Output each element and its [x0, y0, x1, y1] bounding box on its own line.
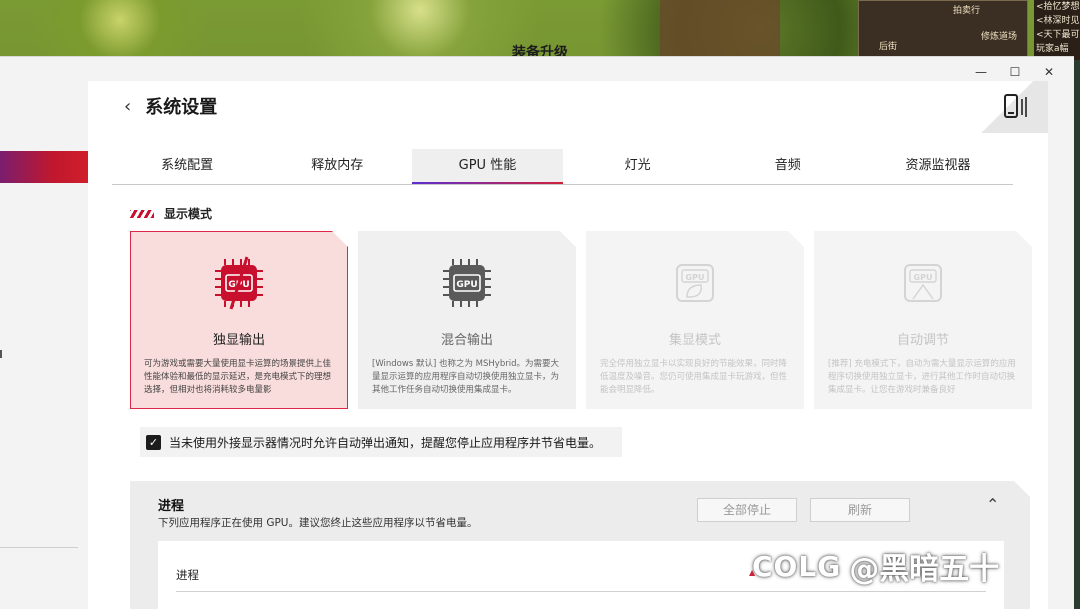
game-side-strip: [1074, 60, 1080, 609]
watermark-text: @黑暗五十: [849, 552, 1000, 587]
refresh-button[interactable]: 刷新: [810, 498, 910, 522]
notify-label: 当未使用外接显示器情况时允许自动弹出通知，提醒您停止应用程序并节省电量。: [169, 435, 602, 450]
tab-lighting[interactable]: 灯光: [563, 149, 713, 184]
mode-card-desc: 完全停用独立显卡以实现良好的节能效果，同时降低温度及噪音。您仍可使用集成显卡玩游…: [600, 359, 788, 395]
game-minimap: 拍卖行 后街 修炼道场: [858, 0, 1028, 58]
process-title: 进程: [158, 499, 185, 514]
tab-bar: 系统配置 释放内存 GPU 性能 灯光 音频 资源监视器: [112, 149, 1013, 185]
device-mode-icon[interactable]: [1002, 93, 1028, 121]
back-arrow-icon[interactable]: ‹: [124, 96, 131, 117]
tab-free-memory[interactable]: 释放内存: [262, 149, 412, 184]
sidebar: [0, 57, 88, 609]
game-tree-trunk: [660, 0, 780, 60]
minimap-label: 后街: [879, 42, 898, 52]
page-title: 系统设置: [145, 97, 218, 118]
mode-card-title: 独显输出: [212, 333, 265, 348]
sidebar-item-active[interactable]: [0, 151, 88, 183]
minimize-button[interactable]: —: [964, 61, 998, 83]
mode-card-title: 自动调节: [896, 333, 949, 348]
tab-resource-monitor[interactable]: 资源监视器: [863, 149, 1013, 184]
gpu-chip-label: GPU: [456, 280, 477, 290]
mode-card-desc: [推荐] 充电模式下，自动为需大量显示运算的应用程序切换使用独立显卡，进行其他工…: [828, 359, 1016, 395]
sidebar-marker: [0, 350, 2, 358]
gpu-chip-label: GPU: [914, 273, 933, 282]
chevron-up-icon[interactable]: ⌃: [986, 495, 999, 514]
gpu-chip-icon: GPU: [439, 255, 495, 311]
notify-option: ✓ 当未使用外接显示器情况时允许自动弹出通知，提醒您停止应用程序并节省电量。: [140, 427, 622, 457]
display-mode-heading: 显示模式: [130, 205, 212, 222]
mode-card-igpu[interactable]: GPU 集显模式 完全停用独立显卡以实现良好的节能效果，同时降低温度及噪音。您仍…: [586, 231, 804, 409]
mode-card-title: 集显模式: [668, 333, 721, 348]
chat-line: <林深时见: [1036, 16, 1080, 26]
mode-card-desc: [Windows 默认] 也称之为 MSHybrid。为需要大量显示运算的应用程…: [372, 359, 560, 395]
watermark-logo: COLG: [752, 549, 842, 583]
minimap-label: 修炼道场: [981, 32, 1018, 42]
close-button[interactable]: ✕: [1032, 61, 1066, 83]
gpu-auto-icon: GPU: [895, 255, 951, 311]
maximize-button[interactable]: ☐: [998, 61, 1032, 83]
tab-system-config[interactable]: 系统配置: [112, 149, 262, 184]
sidebar-divider: [0, 547, 78, 548]
notify-checkbox[interactable]: ✓: [146, 434, 161, 450]
mode-card-auto[interactable]: GPU 自动调节 [推荐] 充电模式下，自动为需大量显示运算的应用程序切换使用独…: [814, 231, 1032, 409]
mode-card-title: 混合输出: [440, 333, 493, 348]
stop-all-button[interactable]: 全部停止: [697, 498, 797, 522]
tab-gpu-performance[interactable]: GPU 性能: [412, 149, 563, 184]
mode-card-desc: 可为游戏或需要大量使用显卡运算的场景提供上佳性能体验和最低的显示延迟，是充电模式…: [144, 359, 332, 395]
watermark: COLG @黑暗五十: [752, 544, 999, 588]
chat-line: 玩家a幅: [1036, 44, 1069, 54]
display-mode-cards: GPU 独显输出 可为游戏或需要大量使用显卡运算的场景提供上佳性能体验和最低的显…: [130, 231, 1032, 409]
table-divider: [176, 591, 986, 592]
window-controls: — ☐ ✕: [964, 61, 1066, 83]
gpu-ultimate-icon: GPU: [211, 255, 267, 311]
game-chat: <拾忆梦想 <林深时见 <天下最可 玩家a幅: [1034, 0, 1080, 60]
tab-audio[interactable]: 音频: [713, 149, 863, 184]
stripes-icon: [130, 209, 154, 218]
header: ‹ 系统设置: [124, 93, 217, 119]
display-mode-title: 显示模式: [164, 207, 213, 221]
chat-line: <天下最可: [1036, 30, 1080, 40]
gpu-eco-icon: GPU: [667, 255, 723, 311]
mode-card-dgpu[interactable]: GPU 独显输出 可为游戏或需要大量使用显卡运算的场景提供上佳性能体验和最低的显…: [130, 231, 348, 409]
mode-card-hybrid[interactable]: GPU 混合输出 [Windows 默认] 也称之为 MSHybrid。为需要大…: [358, 231, 576, 409]
minimap-label: 拍卖行: [953, 6, 981, 16]
app-window: — ☐ ✕ ‹ 系统设置 系统配置 释放内存 GPU 性能 灯光 音频 资源监视…: [0, 56, 1074, 609]
process-column-header: 进程: [176, 568, 199, 582]
chat-line: <拾忆梦想: [1036, 2, 1080, 12]
gpu-chip-label: GPU: [686, 273, 705, 282]
process-subtitle: 下列应用程序正在使用 GPU。建议您终止这些应用程序以节省电量。: [158, 517, 478, 529]
settings-panel: ‹ 系统设置 系统配置 释放内存 GPU 性能 灯光 音频 资源监视器 显示模式: [88, 81, 1048, 609]
